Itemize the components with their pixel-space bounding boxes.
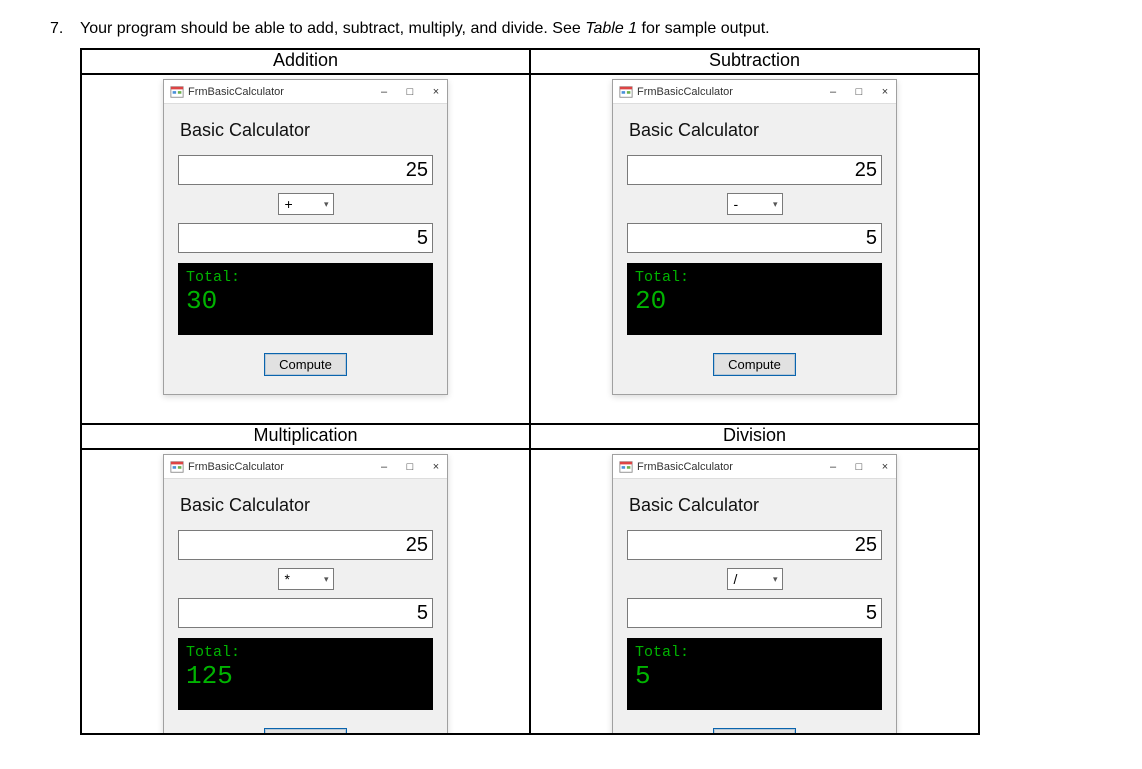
titlebar: FrmBasicCalculator – □ × (613, 455, 896, 479)
operator-value: + (285, 196, 293, 212)
operand2-input[interactable] (178, 598, 433, 628)
operand2-input[interactable] (627, 598, 882, 628)
compute-button[interactable]: Compute (713, 728, 796, 734)
cell-multiplication: FrmBasicCalculator – □ × Basic Calculato… (81, 449, 530, 734)
compute-button[interactable]: Compute (264, 353, 347, 376)
chevron-down-icon: ▾ (324, 199, 329, 210)
total-label: Total: (635, 644, 874, 661)
result-box: Total: 30 (178, 263, 433, 335)
instruction-part-a: Your program should be able to add, subt… (80, 20, 585, 37)
window-title: FrmBasicCalculator (637, 461, 826, 473)
chevron-down-icon: ▾ (324, 574, 329, 585)
total-label: Total: (186, 269, 425, 286)
operand1-input[interactable] (178, 530, 433, 560)
minimize-button[interactable]: – (377, 460, 391, 474)
titlebar: FrmBasicCalculator – □ × (164, 80, 447, 104)
titlebar: FrmBasicCalculator – □ × (164, 455, 447, 479)
maximize-button[interactable]: □ (852, 85, 866, 99)
app-heading: Basic Calculator (180, 495, 433, 516)
instruction-row: 7. Your program should be able to add, s… (50, 20, 1092, 38)
compute-button[interactable]: Compute (264, 728, 347, 734)
total-label: Total: (635, 269, 874, 286)
app-icon (619, 85, 633, 99)
maximize-button[interactable]: □ (403, 460, 417, 474)
close-button[interactable]: × (878, 85, 892, 99)
caption-subtraction: Subtraction (530, 49, 979, 74)
titlebar: FrmBasicCalculator – □ × (613, 80, 896, 104)
cell-division: FrmBasicCalculator – □ × Basic Calculato… (530, 449, 979, 734)
table-row: FrmBasicCalculator – □ × Basic Calculato… (81, 74, 979, 424)
app-window-subtraction: FrmBasicCalculator – □ × Basic Calculato… (612, 79, 897, 395)
sample-output-table: Addition Subtraction FrmBasicCalculator … (80, 48, 980, 735)
maximize-button[interactable]: □ (852, 460, 866, 474)
app-icon (619, 460, 633, 474)
minimize-button[interactable]: – (826, 85, 840, 99)
window-title: FrmBasicCalculator (637, 86, 826, 98)
result-box: Total: 125 (178, 638, 433, 710)
result-box: Total: 20 (627, 263, 882, 335)
operand1-input[interactable] (178, 155, 433, 185)
operator-select[interactable]: + ▾ (278, 193, 334, 215)
table-row: FrmBasicCalculator – □ × Basic Calculato… (81, 449, 979, 734)
window-controls: – □ × (826, 85, 892, 99)
cell-subtraction: FrmBasicCalculator – □ × Basic Calculato… (530, 74, 979, 424)
operator-value: * (285, 571, 290, 587)
chevron-down-icon: ▾ (773, 199, 778, 210)
window-controls: – □ × (826, 460, 892, 474)
caption-addition: Addition (81, 49, 530, 74)
window-title: FrmBasicCalculator (188, 86, 377, 98)
result-value: 125 (186, 663, 425, 689)
window-controls: – □ × (377, 85, 443, 99)
client-area: Basic Calculator * ▾ Total: 125 C (164, 479, 447, 734)
result-value: 20 (635, 288, 874, 314)
operator-value: / (734, 571, 738, 587)
result-value: 30 (186, 288, 425, 314)
operand2-input[interactable] (627, 223, 882, 253)
caption-division: Division (530, 424, 979, 449)
instruction-part-b: for sample output. (637, 20, 770, 37)
close-button[interactable]: × (878, 460, 892, 474)
operator-select[interactable]: / ▾ (727, 568, 783, 590)
app-heading: Basic Calculator (180, 120, 433, 141)
cell-addition: FrmBasicCalculator – □ × Basic Calculato… (81, 74, 530, 424)
close-button[interactable]: × (429, 460, 443, 474)
instruction-number: 7. (50, 20, 80, 38)
app-window-division: FrmBasicCalculator – □ × Basic Calculato… (612, 454, 897, 734)
operand1-input[interactable] (627, 530, 882, 560)
client-area: Basic Calculator + ▾ Total: 30 Co (164, 104, 447, 394)
window-controls: – □ × (377, 460, 443, 474)
table-row: Multiplication Division (81, 424, 979, 449)
instruction-table-ref: Table 1 (585, 20, 637, 37)
app-heading: Basic Calculator (629, 120, 882, 141)
app-icon (170, 85, 184, 99)
result-box: Total: 5 (627, 638, 882, 710)
app-window-multiplication: FrmBasicCalculator – □ × Basic Calculato… (163, 454, 448, 734)
compute-button[interactable]: Compute (713, 353, 796, 376)
instruction-text: Your program should be able to add, subt… (80, 20, 1092, 38)
operand1-input[interactable] (627, 155, 882, 185)
close-button[interactable]: × (429, 85, 443, 99)
operator-select[interactable]: - ▾ (727, 193, 783, 215)
result-value: 5 (635, 663, 874, 689)
minimize-button[interactable]: – (377, 85, 391, 99)
operator-value: - (734, 196, 739, 212)
chevron-down-icon: ▾ (773, 574, 778, 585)
app-window-addition: FrmBasicCalculator – □ × Basic Calculato… (163, 79, 448, 395)
window-title: FrmBasicCalculator (188, 461, 377, 473)
client-area: Basic Calculator - ▾ Total: 20 Co (613, 104, 896, 394)
table-row: Addition Subtraction (81, 49, 979, 74)
app-heading: Basic Calculator (629, 495, 882, 516)
total-label: Total: (186, 644, 425, 661)
caption-multiplication: Multiplication (81, 424, 530, 449)
maximize-button[interactable]: □ (403, 85, 417, 99)
operator-select[interactable]: * ▾ (278, 568, 334, 590)
operand2-input[interactable] (178, 223, 433, 253)
minimize-button[interactable]: – (826, 460, 840, 474)
app-icon (170, 460, 184, 474)
client-area: Basic Calculator / ▾ Total: 5 Com (613, 479, 896, 734)
